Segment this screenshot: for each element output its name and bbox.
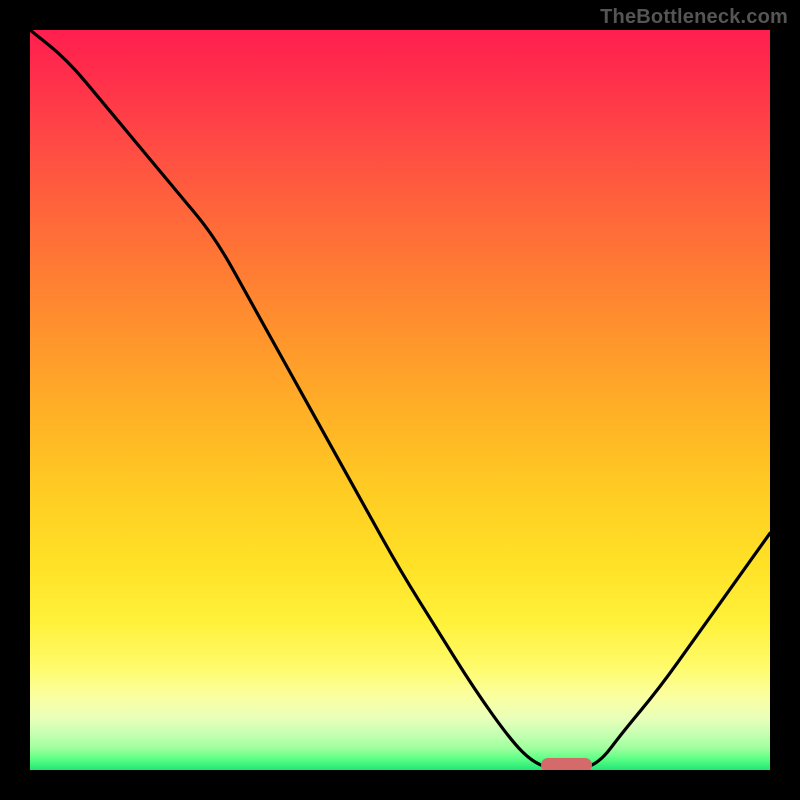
curve-path: [30, 30, 770, 770]
watermark-text: TheBottleneck.com: [600, 6, 788, 29]
optimal-marker: [541, 758, 593, 770]
plot-area: [30, 30, 770, 770]
bottleneck-curve: [30, 30, 770, 770]
chart-frame: TheBottleneck.com: [0, 0, 800, 800]
